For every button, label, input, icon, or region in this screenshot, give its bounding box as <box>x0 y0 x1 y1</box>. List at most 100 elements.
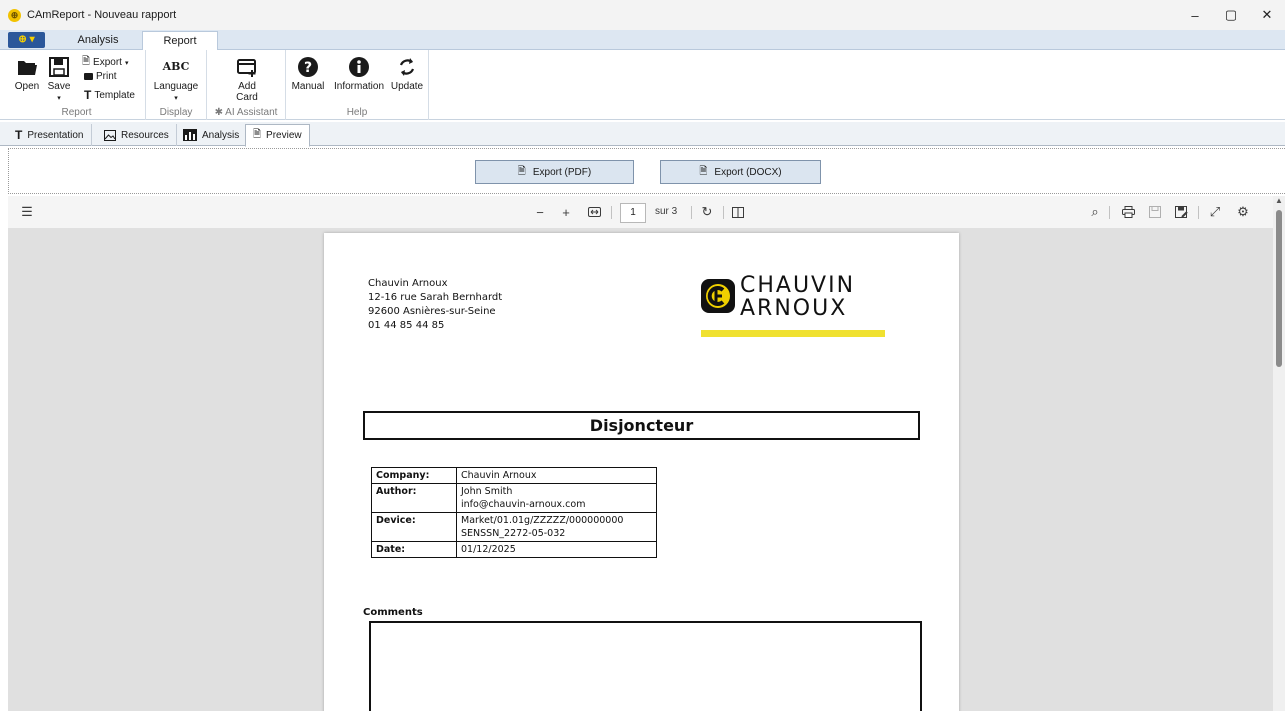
address-line: Chauvin Arnoux <box>368 278 448 289</box>
export-menu-button[interactable]: 🗎 Export ▾ <box>82 54 128 71</box>
pdf-page: Chauvin Arnoux 12-16 rue Sarah Bernhardt… <box>324 233 959 711</box>
tab-resources[interactable]: Resources <box>97 124 177 146</box>
address-line: 01 44 85 44 85 <box>368 320 445 331</box>
info-value: 01/12/2025 <box>456 541 657 558</box>
tab-presentation[interactable]: T Presentation <box>8 124 92 146</box>
comments-label: Comments <box>363 607 423 618</box>
update-button[interactable]: Update <box>388 56 426 92</box>
template-button[interactable]: T Template <box>84 88 135 102</box>
bar-chart-icon <box>183 129 197 141</box>
logo-yellow-bar <box>701 330 885 337</box>
print-button[interactable]: Print <box>84 71 117 82</box>
tab-presentation-label: Presentation <box>27 129 84 141</box>
information-label: Information <box>333 81 385 92</box>
title-bar: ⊕ CAmReport - Nouveau rapport – ▢ ✕ <box>0 0 1285 30</box>
document-icon: 🗎 <box>699 165 708 177</box>
settings-gear-icon[interactable]: ⚙ <box>1234 196 1252 228</box>
ribbon-group-help: ? Manual Information Update Help <box>286 50 429 120</box>
expand-icon[interactable]: ⤢ <box>1206 196 1224 228</box>
info-key: Device: <box>371 512 457 542</box>
fit-width-icon[interactable] <box>586 196 602 228</box>
ribbon-body: Open Save ▾ 🗎 Export ▾ Print T Template … <box>0 50 1285 120</box>
save-icon <box>49 57 69 77</box>
export-panel: 🗎 Export (PDF) 🗎 Export (DOCX) <box>8 148 1285 194</box>
device-serial: SENSSN_2272-05-032 <box>461 528 566 539</box>
outline-toggle-icon[interactable]: ☰ <box>18 196 36 228</box>
minimize-button[interactable]: – <box>1177 0 1213 30</box>
toolbar-separator <box>723 206 724 219</box>
print-icon[interactable] <box>1119 196 1137 228</box>
restore-button[interactable]: ▢ <box>1213 0 1249 30</box>
pdf-viewer-canvas[interactable]: Chauvin Arnoux 12-16 rue Sarah Bernhardt… <box>8 228 1273 711</box>
save-disabled-icon <box>1146 196 1164 228</box>
export-docx-button[interactable]: 🗎 Export (DOCX) <box>660 160 821 184</box>
toolbar-separator <box>691 206 692 219</box>
export-pdf-label: Export (PDF) <box>532 166 592 178</box>
save-as-icon[interactable] <box>1172 196 1190 228</box>
report-info-table: Company: Chauvin Arnoux Author: John Smi… <box>371 467 657 558</box>
tab-preview[interactable]: 🗎 Preview <box>245 124 310 147</box>
tab-resources-label: Resources <box>121 129 169 141</box>
toolbar-separator <box>1198 206 1199 219</box>
scrollbar-thumb[interactable] <box>1276 210 1282 367</box>
manual-button[interactable]: ? Manual <box>286 56 330 92</box>
ai-sparkle-icon: ✱ <box>214 107 226 118</box>
add-card-icon <box>237 59 256 77</box>
export-dropdown-icon: ▾ <box>124 59 129 67</box>
svg-text:?: ? <box>304 60 312 76</box>
save-disabled-icon-svg <box>1149 206 1161 218</box>
table-row: Author: John Smith info@chauvin-arnoux.c… <box>371 483 657 513</box>
tab-preview-label: Preview <box>266 130 302 141</box>
language-button[interactable]: ABC Language ▾ <box>152 56 200 103</box>
language-abc-icon: ABC <box>162 60 190 73</box>
vertical-scrollbar[interactable]: ▲ <box>1273 196 1285 711</box>
close-button[interactable]: ✕ <box>1249 0 1285 30</box>
app-logo-icon: ⊕ <box>8 8 21 22</box>
info-icon <box>349 57 369 77</box>
toolbar-separator <box>611 206 612 219</box>
comments-box <box>369 621 922 711</box>
rotate-icon[interactable]: ↻ <box>699 196 715 228</box>
table-row: Company: Chauvin Arnoux <box>371 467 657 484</box>
open-button[interactable]: Open <box>14 56 40 92</box>
table-row: Device: Market/01.01g/ZZZZZ/000000000 SE… <box>371 512 657 542</box>
window-title: CAmReport - Nouveau rapport <box>27 9 177 21</box>
add-card-button[interactable]: Add Card <box>227 56 267 103</box>
search-icon[interactable]: ⌕ <box>1086 196 1104 228</box>
language-dropdown-icon: ▾ <box>174 95 178 102</box>
info-value: Chauvin Arnoux <box>456 467 657 484</box>
folder-open-icon <box>18 61 37 75</box>
template-label: Template <box>94 89 135 101</box>
logo-line-2: ARNOUX <box>740 296 848 321</box>
author-name: John Smith <box>461 486 513 497</box>
document-icon: 🗎 <box>82 56 91 67</box>
display-group-label: Display <box>159 107 193 118</box>
fit-width-icon-svg <box>587 207 601 217</box>
zoom-out-icon[interactable]: − <box>532 196 548 228</box>
export-pdf-button[interactable]: 🗎 Export (PDF) <box>475 160 634 184</box>
tab-analysis[interactable]: Analysis <box>176 124 248 146</box>
page-view-icon-svg <box>732 206 744 218</box>
language-label: Language <box>153 81 199 92</box>
ribbon-tab-analysis[interactable]: Analysis <box>62 31 134 50</box>
company-address: Chauvin Arnoux 12-16 rue Sarah Bernhardt… <box>368 277 502 333</box>
pdf-viewer-toolbar: ☰ − + 1 sur 3 ↻ ⌕ ⤢ ⚙ <box>8 196 1273 228</box>
information-button[interactable]: Information <box>330 56 388 92</box>
page-view-icon[interactable] <box>730 196 746 228</box>
logo-line-1: CHAUVIN <box>740 273 856 298</box>
document-tab-bar: T Presentation Resources Analysis 🗎 Prev… <box>0 122 1285 147</box>
save-button[interactable]: Save ▾ <box>46 56 72 103</box>
help-question-icon: ? <box>298 57 318 77</box>
app-menu-button[interactable]: ⊕ ▾ <box>8 32 45 48</box>
page-number-input[interactable]: 1 <box>620 203 646 223</box>
manual-label: Manual <box>291 81 325 92</box>
zoom-in-icon[interactable]: + <box>558 196 574 228</box>
ribbon-tab-bar: ⊕ ▾ Analysis Report <box>0 30 1285 51</box>
scroll-up-arrow-icon[interactable]: ▲ <box>1275 196 1283 205</box>
print-label: Print <box>96 71 117 82</box>
add-card-label-line1: Add <box>238 81 256 92</box>
ribbon-tab-report[interactable]: Report <box>142 31 218 51</box>
ai-assistant-group-label: ✱ AI Assistant <box>207 107 285 118</box>
print-icon-svg <box>1121 206 1135 218</box>
toolbar-separator <box>1109 206 1110 219</box>
